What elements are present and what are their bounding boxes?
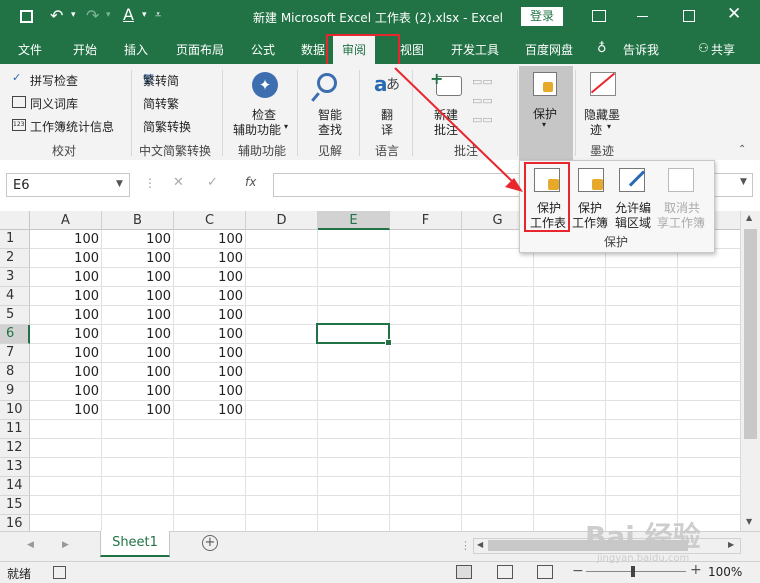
status-ready: 就绪 [7, 567, 32, 581]
next-sheet-icon[interactable]: ▶ [62, 540, 69, 550]
page-break-view-icon[interactable] [537, 565, 553, 579]
zoom-slider-thumb[interactable] [631, 566, 635, 577]
sheet-tab-sheet1[interactable]: Sheet1 [100, 531, 170, 557]
normal-view-icon[interactable] [456, 565, 472, 579]
scroll-right-icon[interactable]: ▶ [728, 540, 734, 549]
macro-record-icon[interactable] [53, 566, 66, 579]
scroll-left-icon[interactable]: ◀ [477, 540, 483, 549]
status-bar: 就绪 − + 100% [0, 561, 760, 583]
highlight-arrow [394, 67, 523, 192]
zoom-level[interactable]: 100% [708, 565, 742, 579]
zoom-out-icon[interactable]: − [572, 563, 584, 579]
page-layout-view-icon[interactable] [497, 565, 513, 579]
zoom-slider[interactable] [586, 566, 686, 577]
add-sheet-icon[interactable]: + [202, 535, 218, 551]
tab-split-grip-icon[interactable]: ⋮ [460, 539, 471, 552]
prev-sheet-icon[interactable]: ◀ [27, 540, 34, 550]
zoom-in-icon[interactable]: + [690, 562, 702, 578]
